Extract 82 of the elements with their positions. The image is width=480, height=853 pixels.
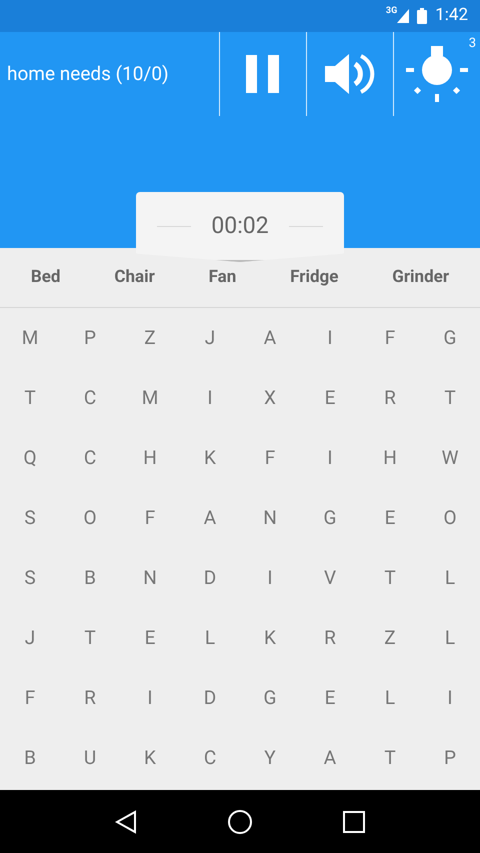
- grid-letter[interactable]: J: [180, 308, 240, 368]
- network-label: 3G: [386, 5, 398, 18]
- grid-letter[interactable]: O: [420, 488, 480, 548]
- word-label: Fan: [208, 266, 236, 289]
- grid-letter[interactable]: T: [0, 368, 60, 428]
- grid-letter[interactable]: K: [120, 728, 180, 788]
- grid-letter[interactable]: K: [180, 428, 240, 488]
- grid-letter[interactable]: F: [240, 428, 300, 488]
- grid-letter[interactable]: X: [240, 368, 300, 428]
- grid-letter[interactable]: E: [300, 368, 360, 428]
- signal-icon: [397, 9, 410, 23]
- grid-letter[interactable]: L: [420, 548, 480, 608]
- grid-letter[interactable]: I: [180, 368, 240, 428]
- grid-letter[interactable]: S: [0, 548, 60, 608]
- grid-letter[interactable]: M: [120, 368, 180, 428]
- grid-letter[interactable]: B: [60, 548, 120, 608]
- grid-letter[interactable]: G: [300, 488, 360, 548]
- grid-letter[interactable]: Z: [120, 308, 180, 368]
- word-label: Chair: [114, 266, 155, 289]
- grid-letter[interactable]: C: [60, 428, 120, 488]
- grid-letter[interactable]: R: [360, 368, 420, 428]
- grid-letter[interactable]: J: [0, 608, 60, 668]
- grid-letter[interactable]: H: [120, 428, 180, 488]
- grid-letter[interactable]: C: [60, 368, 120, 428]
- grid-letter[interactable]: M: [0, 308, 60, 368]
- grid-letter[interactable]: V: [300, 548, 360, 608]
- grid-letter[interactable]: C: [180, 728, 240, 788]
- home-icon[interactable]: [227, 808, 253, 834]
- pause-icon: [246, 55, 280, 93]
- grid-letter[interactable]: G: [420, 308, 480, 368]
- grid-letter[interactable]: E: [300, 668, 360, 728]
- grid-letter[interactable]: D: [180, 548, 240, 608]
- word-label: Bed: [30, 266, 61, 289]
- grid-letter[interactable]: I: [120, 668, 180, 728]
- grid-letter[interactable]: O: [60, 488, 120, 548]
- grid-letter[interactable]: Y: [240, 728, 300, 788]
- grid-letter[interactable]: H: [360, 428, 420, 488]
- grid-letter[interactable]: E: [360, 488, 420, 548]
- grid-letter[interactable]: W: [420, 428, 480, 488]
- hint-count: 3: [468, 35, 476, 53]
- grid-letter[interactable]: L: [360, 668, 420, 728]
- grid-letter[interactable]: R: [300, 608, 360, 668]
- word-label: Fridge: [290, 266, 338, 289]
- puzzle-title: home needs (10/0): [6, 60, 170, 87]
- grid-letter[interactable]: N: [120, 548, 180, 608]
- back-icon[interactable]: [115, 810, 137, 834]
- grid-letter[interactable]: F: [120, 488, 180, 548]
- grid-letter[interactable]: I: [300, 428, 360, 488]
- grid-letter[interactable]: A: [300, 728, 360, 788]
- grid-letter[interactable]: T: [360, 728, 420, 788]
- grid-letter[interactable]: I: [300, 308, 360, 368]
- grid-letter[interactable]: G: [240, 668, 300, 728]
- battery-icon: [417, 8, 428, 24]
- hint-button[interactable]: 3: [394, 32, 480, 116]
- timer-text: 00:02: [211, 210, 269, 241]
- grid-letter[interactable]: I: [240, 548, 300, 608]
- grid-letter[interactable]: Q: [0, 428, 60, 488]
- grid-letter[interactable]: L: [180, 608, 240, 668]
- grid-letter[interactable]: A: [240, 308, 300, 368]
- bulb-icon: [406, 46, 468, 102]
- grid-letter[interactable]: L: [420, 608, 480, 668]
- grid-letter[interactable]: T: [420, 368, 480, 428]
- grid-letter[interactable]: T: [60, 608, 120, 668]
- grid-letter[interactable]: A: [180, 488, 240, 548]
- grid-letter[interactable]: U: [60, 728, 120, 788]
- word-label: Grinder: [392, 266, 450, 289]
- grid-letter[interactable]: Z: [360, 608, 420, 668]
- grid-letter[interactable]: R: [60, 668, 120, 728]
- grid-letter[interactable]: P: [60, 308, 120, 368]
- grid-letter[interactable]: S: [0, 488, 60, 548]
- clock-text: 1:42: [435, 4, 468, 28]
- grid-letter[interactable]: B: [0, 728, 60, 788]
- grid-letter[interactable]: E: [120, 608, 180, 668]
- grid-letter[interactable]: D: [180, 668, 240, 728]
- grid-letter[interactable]: N: [240, 488, 300, 548]
- grid-letter[interactable]: I: [420, 668, 480, 728]
- recents-icon[interactable]: [343, 810, 365, 832]
- grid-letter[interactable]: F: [360, 308, 420, 368]
- grid-letter[interactable]: F: [0, 668, 60, 728]
- grid-letter[interactable]: P: [420, 728, 480, 788]
- grid-letter[interactable]: T: [360, 548, 420, 608]
- grid-letter[interactable]: K: [240, 608, 300, 668]
